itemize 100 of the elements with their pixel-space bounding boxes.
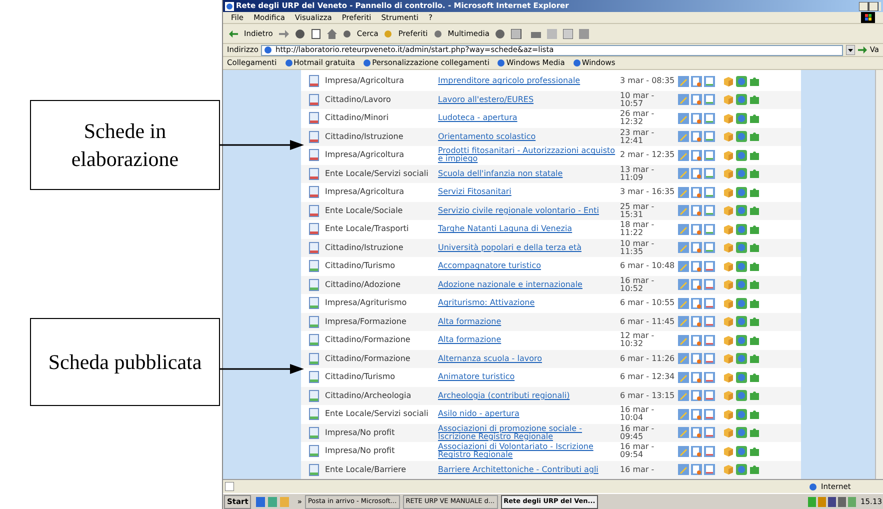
box-icon[interactable] [723,205,734,216]
box-icon[interactable] [723,446,734,457]
document-icon[interactable] [691,446,702,457]
puzzle-icon[interactable] [749,131,760,142]
puzzle-icon[interactable] [749,205,760,216]
document-icon[interactable] [704,112,715,124]
box-icon[interactable] [723,242,734,254]
box-icon[interactable] [723,298,734,309]
puzzle-icon[interactable] [749,298,760,309]
document-icon[interactable] [691,390,702,402]
puzzle-icon[interactable] [749,390,760,402]
page-link[interactable]: Alternanza scuola - lavoro [438,354,616,363]
box-icon[interactable] [723,464,734,476]
document-icon[interactable] [691,242,702,254]
box-icon[interactable] [723,76,734,87]
page-link[interactable]: Archeologia (contributi regionali) [438,392,616,400]
box-icon[interactable] [723,94,734,106]
page-link[interactable]: Alta formazione [438,318,616,326]
home-icon[interactable] [326,28,337,38]
document-icon[interactable] [691,205,702,216]
box-icon[interactable] [723,224,734,235]
puzzle-icon[interactable] [749,316,760,328]
document-icon[interactable] [691,224,702,235]
page-link[interactable]: Scuola dell'infanzia non statale [438,170,616,178]
go-arrow-icon[interactable] [858,46,867,54]
document-icon[interactable] [704,408,715,420]
document-icon[interactable] [691,427,702,438]
page-link[interactable]: Associazioni di promozione sociale - Iscrizione Registro Regionale [438,424,616,441]
puzzle-icon[interactable] [749,408,760,420]
document-icon[interactable] [704,427,715,438]
document-icon[interactable] [704,94,715,106]
document-icon[interactable] [691,168,702,180]
document-icon[interactable] [704,353,715,364]
page-link[interactable]: Alta formazione [438,336,616,344]
document-icon[interactable] [691,94,702,106]
document-icon[interactable] [704,131,715,142]
page-link[interactable]: Università popolari e della terza età [438,244,616,252]
box-icon[interactable] [723,427,734,438]
document-icon[interactable] [704,224,715,235]
page-link[interactable]: Orientamento scolastico [438,132,616,141]
page-link[interactable]: Barriere Architettoniche - Contributi agli [438,466,616,474]
document-icon[interactable] [704,446,715,457]
puzzle-icon[interactable] [749,242,760,254]
document-icon[interactable] [704,260,715,272]
page-link[interactable]: Lavoro all'estero/EURES [438,96,616,104]
document-icon[interactable] [704,298,715,309]
box-icon[interactable] [723,186,734,198]
document-icon[interactable] [704,372,715,383]
puzzle-icon[interactable] [749,353,760,364]
puzzle-icon[interactable] [749,94,760,106]
document-icon[interactable] [704,76,715,87]
puzzle-icon[interactable] [749,168,760,180]
document-icon[interactable] [691,464,702,476]
box-icon[interactable] [723,390,734,402]
document-icon[interactable] [691,316,702,328]
document-icon[interactable] [691,372,702,383]
back-arrow-icon[interactable] [229,30,238,38]
page-link[interactable]: Servizi Fitosanitari [438,188,616,196]
box-icon[interactable] [723,112,734,124]
page-link[interactable]: Adozione nazionale e internazionale [438,280,616,289]
document-icon[interactable] [704,242,715,254]
refresh-icon[interactable] [310,28,321,38]
puzzle-icon[interactable] [749,334,760,346]
box-icon[interactable] [723,150,734,161]
document-icon[interactable] [691,186,702,198]
document-icon[interactable] [704,168,715,180]
document-icon[interactable] [704,464,715,476]
document-icon[interactable] [704,150,715,161]
document-icon[interactable] [691,353,702,364]
document-icon[interactable] [691,260,702,272]
puzzle-icon[interactable] [749,224,760,235]
puzzle-icon[interactable] [749,76,760,87]
puzzle-icon[interactable] [749,279,760,290]
page-link[interactable]: Targhe Natanti Laguna di Venezia [438,225,616,234]
document-icon[interactable] [563,28,574,38]
page-link[interactable]: Imprenditore agricolo professionale [438,77,616,86]
document-icon[interactable] [704,205,715,216]
scrollbar[interactable] [875,70,883,479]
puzzle-icon[interactable] [749,260,760,272]
puzzle-icon[interactable] [749,446,760,457]
box-icon[interactable] [723,408,734,420]
box-icon[interactable] [723,279,734,290]
page-link[interactable]: Asilo nido - apertura [438,410,616,418]
dropdown-icon[interactable] [846,45,855,55]
window-controls-icon[interactable] [859,2,881,10]
document-icon[interactable] [691,112,702,124]
page-link[interactable]: Animatore turistico [438,373,616,382]
document-icon[interactable] [704,316,715,328]
document-icon[interactable] [704,390,715,402]
page-link[interactable]: Ludoteca - apertura [438,114,616,122]
document-icon[interactable] [691,131,702,142]
page-link[interactable]: Associazioni di Volontariato - Iscrizione Registro Regionale [438,443,616,460]
document-icon[interactable] [704,279,715,290]
puzzle-icon[interactable] [749,150,760,161]
puzzle-icon[interactable] [749,112,760,124]
document-icon[interactable] [704,334,715,346]
forward-arrow-icon[interactable] [278,30,289,38]
puzzle-icon[interactable] [749,372,760,383]
box-icon[interactable] [723,168,734,180]
document-icon[interactable] [704,186,715,198]
